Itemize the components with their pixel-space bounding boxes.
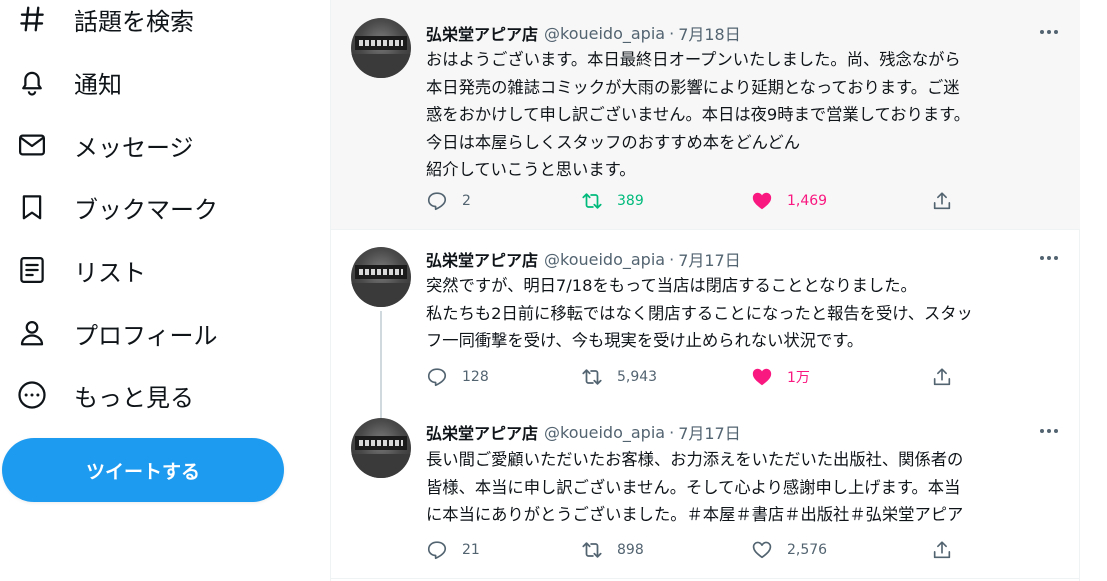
sidebar-item-explore[interactable]: 話題を検索 [0, 0, 230, 44]
timeline: 弘栄堂アピア店 @koueido_apia · 7月18日 おはようございます。… [330, 0, 1080, 581]
bookmark-icon [16, 191, 48, 223]
share-icon [933, 541, 951, 559]
share-icon [933, 368, 951, 386]
reply-count: 2 [462, 193, 471, 209]
author-name[interactable]: 弘栄堂アピア店 [426, 420, 538, 444]
tweet-1[interactable]: 弘栄堂アピア店 @koueido_apia · 7月18日 おはようございます。… [331, 0, 1080, 229]
divider [331, 578, 1080, 579]
tweet-actions: 2 389 1,469 [426, 186, 966, 216]
tweet-header: 弘栄堂アピア店 @koueido_apia · 7月17日 [426, 247, 741, 271]
reply-icon [427, 541, 447, 560]
reply-count: 128 [462, 369, 489, 385]
mail-icon [16, 129, 48, 161]
sidebar-item-messages[interactable]: メッセージ [0, 120, 230, 170]
reply-icon [427, 368, 447, 387]
sidebar-item-label: 通知 [74, 70, 122, 99]
sidebar-item-label: メッセージ [74, 133, 194, 162]
tweet-2[interactable]: 弘栄堂アピア店 @koueido_apia · 7月17日 突然ですが、明日7/… [331, 232, 1080, 420]
share-button[interactable] [931, 362, 953, 392]
like-button[interactable]: 1,469 [751, 186, 827, 216]
hashtag-icon [16, 3, 48, 35]
sidebar-item-label: もっと見る [74, 383, 194, 412]
sidebar-item-more[interactable]: もっと見る [0, 370, 230, 420]
list-icon [16, 254, 48, 286]
sidebar-item-notifications[interactable]: 通知 [0, 57, 200, 107]
reply-icon [427, 192, 447, 211]
retweet-count: 898 [617, 542, 644, 558]
share-button[interactable] [931, 186, 953, 216]
tweet-3[interactable]: 弘栄堂アピア店 @koueido_apia · 7月17日 長い間ご愛顧いただい… [331, 405, 1080, 581]
tweet-text: 長い間ご愛顧いただいたお客様、お力添えをいただいた出版社、関係者の 皆様、本当に… [426, 450, 964, 524]
author-handle[interactable]: @koueido_apia [544, 24, 665, 43]
tweet-date[interactable]: 7月17日 [678, 247, 741, 271]
sidebar-item-label: ブックマーク [74, 195, 218, 224]
avatar[interactable] [351, 247, 411, 307]
like-count: 2,576 [787, 542, 828, 558]
author-name[interactable]: 弘栄堂アピア店 [426, 21, 538, 45]
tweet-actions: 128 5,943 1万 [426, 362, 966, 392]
sidebar-item-bookmarks[interactable]: ブックマーク [0, 182, 250, 232]
like-count: 1万 [787, 370, 810, 386]
tweet-date[interactable]: 7月17日 [678, 420, 741, 444]
heart-outline-icon [752, 541, 772, 559]
tweet-button-label: ツイートする [85, 460, 200, 483]
reply-button[interactable]: 128 [426, 362, 489, 392]
like-button[interactable]: 1万 [751, 362, 810, 392]
reply-count: 21 [462, 542, 480, 558]
like-count: 1,469 [787, 193, 828, 209]
sidebar-item-label: プロフィール [74, 321, 218, 350]
avatar-sign [355, 436, 407, 450]
more-options-icon[interactable] [1037, 421, 1061, 441]
separator-dot: · [669, 249, 675, 269]
separator-dot: · [669, 422, 675, 442]
share-button[interactable] [931, 535, 953, 565]
sidebar-item-profile[interactable]: プロフィール [0, 308, 250, 358]
author-handle[interactable]: @koueido_apia [544, 423, 665, 442]
tweet-button[interactable]: ツイートする [2, 438, 284, 502]
retweet-button[interactable]: 389 [581, 186, 644, 216]
avatar[interactable] [351, 18, 411, 78]
bell-icon [16, 66, 48, 98]
avatar-sign [355, 265, 407, 279]
retweet-icon [582, 369, 602, 385]
retweet-icon [582, 542, 602, 558]
sidebar-nav: 話題を検索 通知 メッセージ ブックマーク リスト プロフィール もっと見る ツ… [0, 0, 330, 581]
tweet-header: 弘栄堂アピア店 @koueido_apia · 7月17日 [426, 420, 741, 444]
sidebar-item-label: 話題を検索 [74, 7, 194, 36]
sidebar-item-lists[interactable]: リスト [0, 245, 180, 295]
retweet-count: 5,943 [617, 369, 658, 385]
avatar[interactable] [351, 418, 411, 478]
heart-filled-icon [752, 192, 772, 210]
more-options-icon[interactable] [1037, 248, 1061, 268]
more-options-icon[interactable] [1037, 22, 1061, 42]
retweet-icon [582, 193, 602, 209]
like-button[interactable]: 2,576 [751, 535, 827, 565]
author-handle[interactable]: @koueido_apia [544, 250, 665, 269]
separator-dot: · [669, 23, 675, 43]
tweet-header: 弘栄堂アピア店 @koueido_apia · 7月18日 [426, 21, 741, 45]
heart-filled-icon [752, 368, 772, 386]
share-icon [933, 192, 951, 210]
author-name[interactable]: 弘栄堂アピア店 [426, 247, 538, 271]
thread-connector [380, 311, 382, 420]
retweet-count: 389 [617, 193, 644, 209]
retweet-button[interactable]: 898 [581, 535, 644, 565]
tweet-text: 突然ですが、明日7/18をもって当店は閉店することとなりました。 私たちも2日前… [426, 276, 973, 350]
reply-button[interactable]: 2 [426, 186, 471, 216]
divider [331, 229, 1080, 230]
tweet-actions: 21 898 2,576 [426, 535, 966, 565]
sidebar-item-label: リスト [74, 258, 146, 287]
tweet-date[interactable]: 7月18日 [678, 21, 741, 45]
reply-button[interactable]: 21 [426, 535, 480, 565]
more-circle-icon [16, 379, 48, 411]
tweet-text: おはようございます。本日最終日オープンいたしました。尚、残念ながら 本日発売の雑… [426, 50, 971, 179]
profile-icon [16, 317, 48, 349]
avatar-sign [355, 36, 407, 50]
retweet-button[interactable]: 5,943 [581, 362, 657, 392]
